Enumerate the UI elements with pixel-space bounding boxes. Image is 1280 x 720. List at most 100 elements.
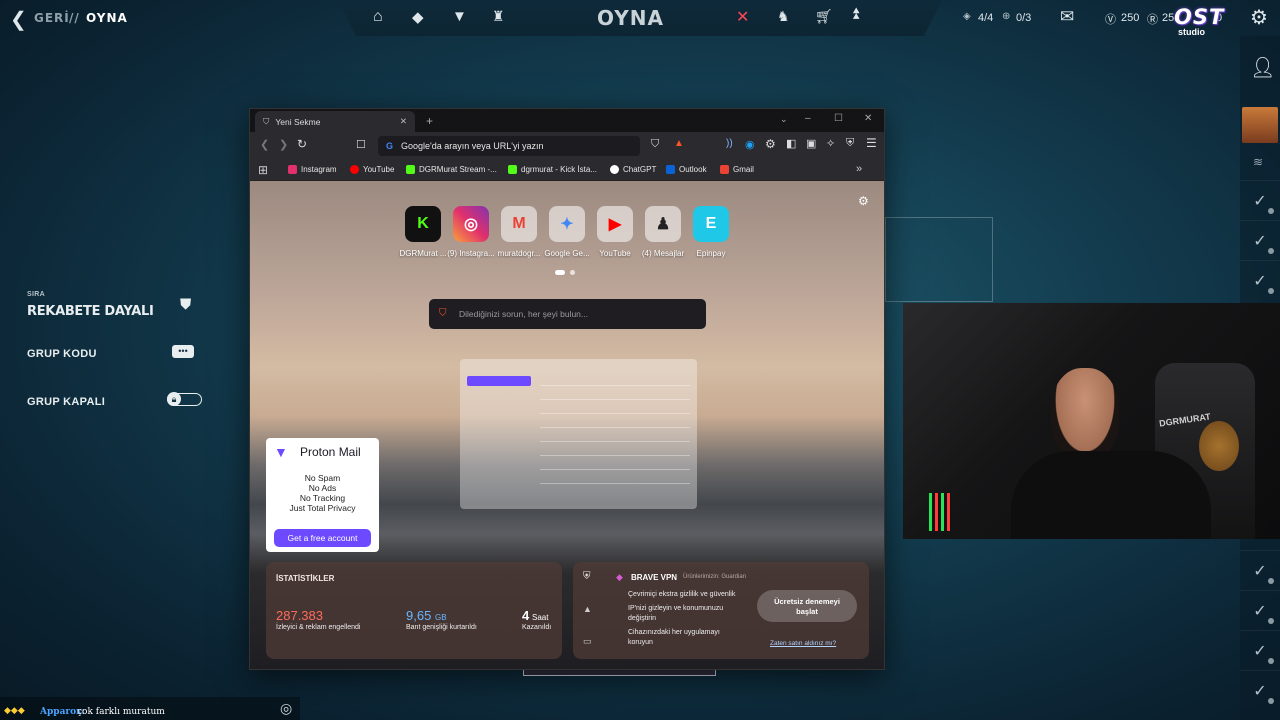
customize-gear-icon[interactable]: ⚙ <box>858 194 869 208</box>
search-box[interactable]: ⛉ Dilediğinizi sorun, her şeyi bulun... <box>429 299 706 329</box>
bookmark-item[interactable]: dgrmurat - Kick İsta... <box>508 165 597 174</box>
vpn-feature: Çevrimiçi ekstra gizlilik ve güvenlik <box>628 591 736 598</box>
bookmark-item[interactable]: Instagram <box>288 165 337 174</box>
back-icon[interactable]: ❮ <box>260 138 269 151</box>
apps-grid-icon[interactable]: ⊞ <box>258 163 268 177</box>
friend-slot[interactable]: ✓︎ <box>1240 220 1280 260</box>
proton-cta-button[interactable]: Get a free account <box>274 529 371 547</box>
vpn-powered: Ürünlerimizin: Guardian <box>683 574 747 580</box>
youtube-icon <box>350 165 359 174</box>
extension-icon[interactable]: ◉ <box>745 138 755 151</box>
chat-bubble-icon[interactable]: ••• <box>172 345 194 358</box>
top-site-tile[interactable]: E <box>693 206 729 242</box>
forward-icon[interactable]: ❯ <box>279 138 288 151</box>
address-bar[interactable]: G Google'da arayın veya URL'yi yazın <box>378 136 640 156</box>
friend-slot[interactable]: ✓︎ <box>1240 180 1280 220</box>
menu-icon[interactable]: ☰ <box>866 136 877 150</box>
maximize-icon[interactable]: ☐ <box>834 113 843 124</box>
tab-list-icon[interactable]: ⌄ <box>780 114 788 125</box>
extensions-icon[interactable]: ⚙ <box>765 137 776 151</box>
vpn-logo-icon: ◆ <box>616 572 623 582</box>
top-site-tile[interactable]: ◎ <box>453 206 489 242</box>
chat-message: çok farklı muratum <box>77 707 165 717</box>
queue-value[interactable]: REKABETE DAYALI <box>27 304 154 319</box>
back-label[interactable]: GERİ <box>34 11 70 25</box>
breadcrumb-current: OYNA <box>86 11 128 25</box>
add-friend-icon[interactable]: 👤︎ <box>1250 55 1275 80</box>
queue-selector-icon[interactable]: ⛊ <box>180 296 191 313</box>
bookmark-item[interactable]: DGRMurat Stream -... <box>406 165 497 174</box>
valorant-points-icon: Ⓥ <box>1105 14 1116 26</box>
scroll-icon[interactable]: ◎ <box>280 700 292 717</box>
agents-icon[interactable]: ✕ <box>736 7 749 27</box>
top-site-tile[interactable]: ✦ <box>549 206 585 242</box>
overlay-logo: OST <box>1174 5 1225 29</box>
brave-shields-icon[interactable]: ⛉ <box>651 138 659 151</box>
page-dot[interactable] <box>570 270 575 275</box>
back-arrow-icon[interactable]: ❮ <box>10 7 27 32</box>
friend-slot[interactable]: ✓︎ <box>1240 670 1280 710</box>
stats-title: İSTATİSTİKLER <box>276 574 335 583</box>
proton-ad-card[interactable]: ▼ Proton Mail No Spam No Ads No Tracking… <box>266 438 379 552</box>
store-icon[interactable]: 🛒︎ <box>815 8 833 25</box>
address-row: ❮ ❯ ↻ ☐ G Google'da arayın veya URL'yi y… <box>250 132 884 160</box>
proton-inbox-list <box>540 385 690 485</box>
proton-ad-preview <box>460 359 697 509</box>
proton-line: No Ads <box>308 483 337 493</box>
brave-rewards-icon[interactable]: ▲ <box>674 138 684 149</box>
close-window-icon[interactable]: ✕ <box>864 113 872 124</box>
new-tab-icon[interactable]: + <box>426 114 433 128</box>
minimize-icon[interactable]: – <box>805 113 811 124</box>
collection-icon[interactable]: ♜ <box>492 8 505 25</box>
rank-icon[interactable]: ⏫︎ <box>851 6 859 24</box>
bookmark-item[interactable]: Outlook <box>666 165 707 174</box>
career-icon[interactable]: ◆ <box>412 8 424 26</box>
audio-icon[interactable]: )) <box>726 138 733 149</box>
agent-icon[interactable]: ♞ <box>777 8 790 25</box>
proton-line: No Tracking <box>299 493 346 503</box>
center-title: OYNA <box>597 6 664 30</box>
reload-icon[interactable]: ↻ <box>297 137 307 151</box>
overlay-logo-subtitle: studio <box>1178 27 1205 37</box>
stats-card: İSTATİSTİKLER 287.383 İzleyici & reklam … <box>266 562 562 659</box>
bookmark-item[interactable]: ChatGPT <box>610 165 656 174</box>
bookmark-item[interactable]: Gmail <box>720 165 754 174</box>
proton-line: Just Total Privacy <box>289 503 356 513</box>
friend-slot[interactable]: ✓︎ <box>1240 590 1280 630</box>
top-site-tile[interactable]: ▶ <box>597 206 633 242</box>
blocked-label: İzleyici & reklam engellendi <box>276 624 361 631</box>
wallet-icon[interactable]: ▣ <box>806 137 816 150</box>
home-icon[interactable]: ⌂ <box>373 8 383 26</box>
friend-slot[interactable]: ✓︎ <box>1240 260 1280 300</box>
avatar[interactable] <box>1242 107 1278 143</box>
radianite-icon: Ⓡ <box>1147 14 1158 26</box>
vpn-shield-icon[interactable]: ⛨ <box>846 137 854 150</box>
more-bookmarks-icon[interactable]: » <box>856 163 862 175</box>
lock-icon: 🔒︎ <box>167 392 181 406</box>
friend-slot[interactable]: ✓︎ <box>1240 630 1280 670</box>
time-unit: Saat <box>532 613 549 622</box>
vpn-trial-button[interactable]: Ücretsiz denemeyi başlat <box>757 590 857 622</box>
close-tab-icon[interactable]: ✕ <box>400 116 407 127</box>
top-site-tile[interactable]: K <box>405 206 441 242</box>
browser-window: ⛉ Yeni Sekme ✕ + ⌄ – ☐ ✕ ❮ ❯ ↻ ☐ G Googl… <box>249 108 885 670</box>
party-icon: ◈ <box>963 11 971 22</box>
bookmark-icon[interactable]: ☐ <box>356 138 366 151</box>
leo-icon[interactable]: ✧ <box>826 137 835 150</box>
battlepass-icon[interactable]: ▼ <box>452 8 467 25</box>
kick-icon <box>508 165 517 174</box>
top-site-tile[interactable]: M <box>501 206 537 242</box>
sidebar-icon[interactable]: ◧ <box>786 137 796 150</box>
mail-icon[interactable]: ✉ <box>1060 7 1074 27</box>
vpn-purchased-link[interactable]: Zaten satın aldınız mı? <box>770 640 836 647</box>
tab-new[interactable]: ⛉ Yeni Sekme ✕ <box>255 111 415 132</box>
tab-title: Yeni Sekme <box>275 116 321 127</box>
time-label: Kazanıldı <box>522 624 552 631</box>
breadcrumb-separator: // <box>69 11 80 25</box>
friend-slot[interactable]: ✓︎ <box>1240 550 1280 590</box>
top-site-tile[interactable]: ♟ <box>645 206 681 242</box>
gear-icon[interactable]: ⚙ <box>1250 5 1268 30</box>
proton-logo-icon: ▼ <box>274 444 288 460</box>
page-dots[interactable] <box>555 270 565 275</box>
bookmark-item[interactable]: YouTube <box>350 165 394 174</box>
